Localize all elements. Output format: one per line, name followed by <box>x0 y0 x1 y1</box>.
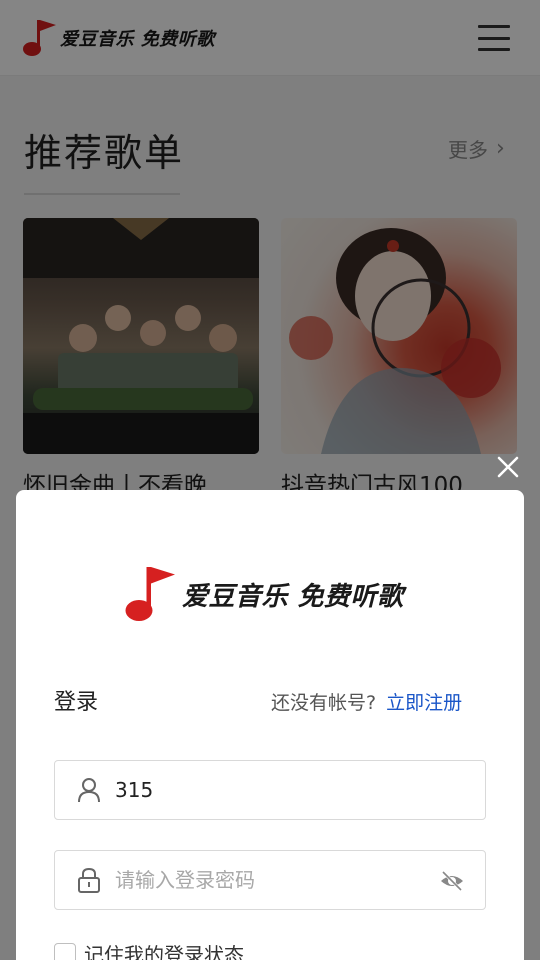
close-icon[interactable] <box>494 453 522 481</box>
remember-me[interactable]: 记住我的登录状态 <box>54 939 244 960</box>
username-field[interactable] <box>54 760 486 820</box>
eye-slash-icon[interactable] <box>439 868 465 894</box>
login-title: 登录 <box>54 690 99 715</box>
user-icon <box>78 778 100 803</box>
register-link[interactable]: 立即注册 <box>386 692 462 714</box>
no-account-text: 还没有帐号? <box>271 692 377 714</box>
password-field[interactable] <box>54 850 486 910</box>
lock-icon <box>78 867 100 893</box>
modal-logo-text: 爱豆音乐 免费听歌 <box>182 581 404 612</box>
music-note-flag-icon <box>125 567 175 621</box>
remember-label: 记住我的登录状态 <box>84 943 244 960</box>
password-input[interactable] <box>115 868 415 892</box>
modal-logo: 爱豆音乐 免费听歌 <box>124 564 404 624</box>
username-input[interactable] <box>115 778 415 802</box>
login-modal: 爱豆音乐 免费听歌 登录 还没有帐号? 立即注册 记住我的登录状态 <box>16 490 524 960</box>
register-prompt: 还没有帐号? 立即注册 <box>271 688 462 715</box>
remember-checkbox[interactable] <box>54 942 76 960</box>
